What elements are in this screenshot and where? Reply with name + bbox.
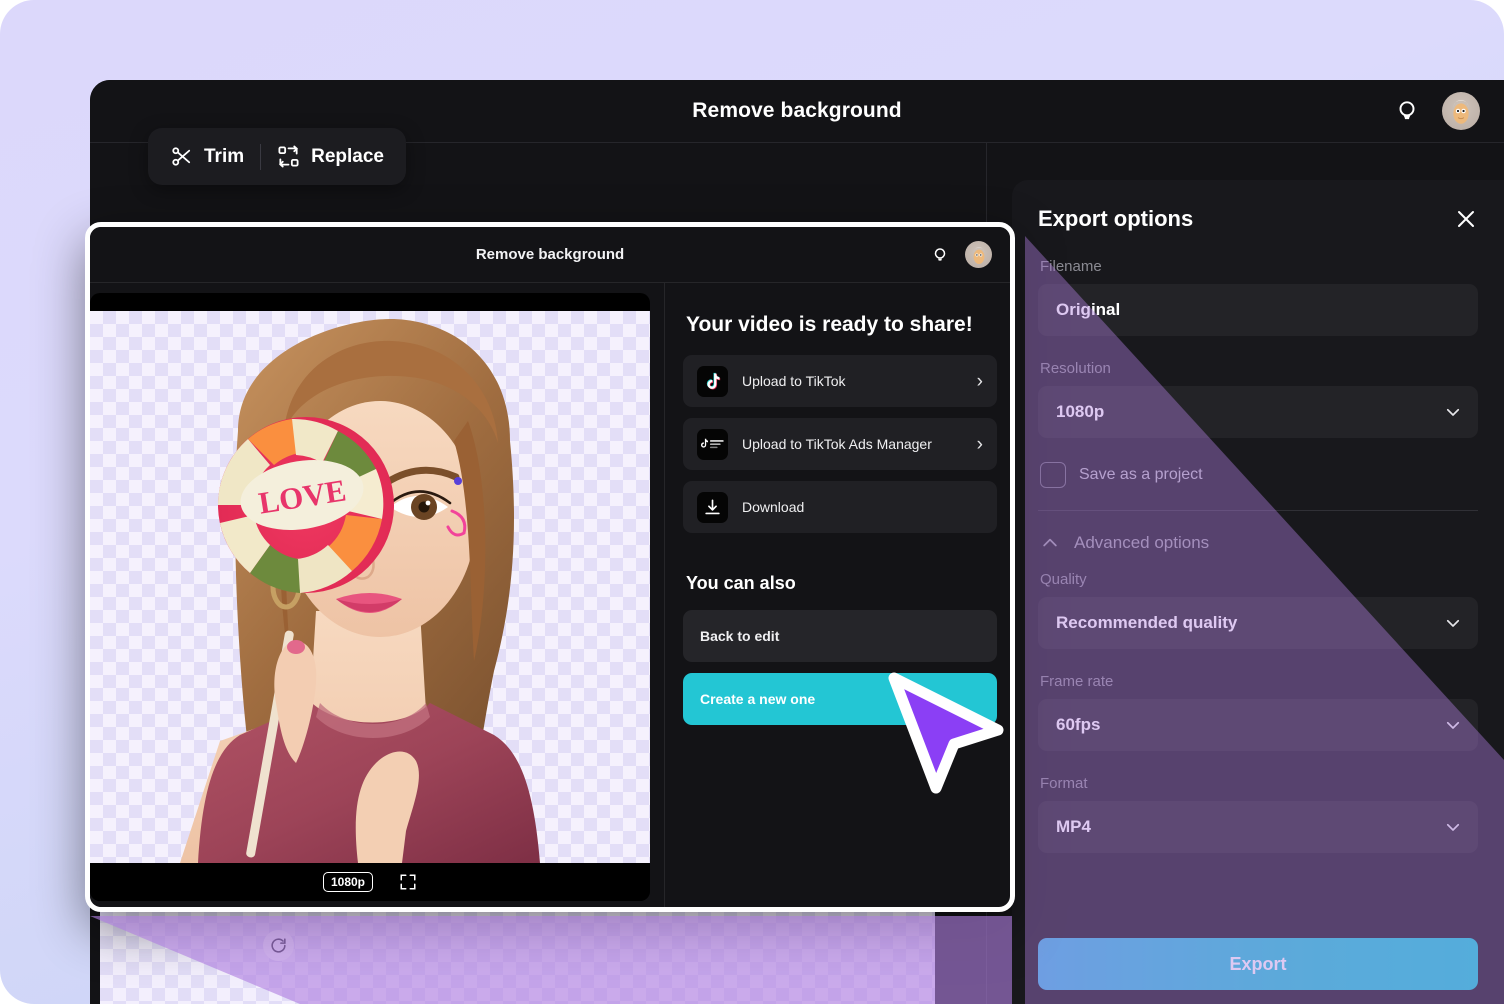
scissors-icon <box>170 145 193 168</box>
create-new-button[interactable]: Create a new one <box>683 673 997 725</box>
chevron-down-icon <box>1444 818 1462 836</box>
save-as-project-label: Save as a project <box>1079 466 1203 483</box>
frame-rate-select[interactable]: 60fps <box>1038 699 1478 751</box>
resolution-label: Resolution <box>1040 360 1111 377</box>
export-panel-title: Export options <box>1038 206 1194 231</box>
export-options-panel: Export options Filename Original Resolut… <box>1012 180 1504 1004</box>
replace-button[interactable]: Replace <box>277 145 384 168</box>
also-heading: You can also <box>686 573 796 593</box>
share-heading: Your video is ready to share! <box>686 313 973 336</box>
lightbulb-icon[interactable] <box>931 246 949 264</box>
resolution-badge[interactable]: 1080p <box>322 871 374 893</box>
share-option-label: Upload to TikTok <box>742 373 846 389</box>
frame-rate-label: Frame rate <box>1040 673 1114 690</box>
lightbulb-icon[interactable] <box>1394 98 1420 124</box>
screenshot-root: Remove background Trim Replace Remove ba… <box>0 0 1504 1004</box>
share-modal: Remove background LOVE 1080p Your video … <box>85 222 1015 912</box>
clip-toolbar: Trim Replace <box>148 128 406 185</box>
tiktok-icon <box>697 365 728 397</box>
chevron-right-icon: › <box>976 370 983 392</box>
share-option-label: Download <box>742 499 805 515</box>
frame-rate-value: 60fps <box>1056 715 1101 734</box>
chevron-up-icon <box>1040 533 1060 553</box>
checkbox-box <box>1040 462 1066 488</box>
quality-label: Quality <box>1040 571 1087 588</box>
divider <box>1038 510 1478 511</box>
filename-label: Filename <box>1040 258 1102 275</box>
video-player[interactable]: LOVE 1080p <box>90 293 650 901</box>
share-option-tiktok-ads[interactable]: Upload to TikTok Ads Manager › <box>683 418 997 470</box>
share-option-tiktok[interactable]: Upload to TikTok › <box>683 355 997 407</box>
filename-value: Original <box>1056 300 1121 319</box>
chevron-down-icon <box>1444 614 1462 632</box>
export-button[interactable]: Export <box>1038 938 1478 990</box>
toolbar-separator <box>260 143 262 170</box>
advanced-options-label: Advanced options <box>1074 533 1210 552</box>
player-controls: 1080p <box>90 863 650 901</box>
chevron-down-icon <box>1444 403 1462 421</box>
modal-topbar: Remove background <box>90 227 1010 282</box>
back-to-edit-button[interactable]: Back to edit <box>683 610 997 662</box>
save-as-project-checkbox[interactable]: Save as a project <box>1040 462 1478 488</box>
chevron-down-icon <box>1444 716 1462 734</box>
editor-topbar-actions <box>1394 80 1480 142</box>
fullscreen-icon[interactable] <box>399 873 417 891</box>
format-label: Format <box>1040 775 1088 792</box>
close-icon[interactable] <box>1454 207 1478 231</box>
video-frame: LOVE <box>90 311 650 863</box>
quality-value: Recommended quality <box>1056 613 1238 632</box>
trim-button[interactable]: Trim <box>170 145 244 168</box>
share-option-download[interactable]: Download <box>683 481 997 533</box>
filename-input[interactable]: Original <box>1038 284 1478 336</box>
quality-select[interactable]: Recommended quality <box>1038 597 1478 649</box>
format-value: MP4 <box>1056 817 1091 836</box>
chevron-right-icon: › <box>976 433 983 455</box>
avatar[interactable] <box>1442 92 1480 130</box>
advanced-options-toggle[interactable]: Advanced options <box>1040 533 1478 553</box>
replace-icon <box>277 145 300 168</box>
replay-button[interactable] <box>263 930 294 961</box>
trim-label: Trim <box>204 145 245 167</box>
modal-topbar-actions <box>931 227 992 282</box>
replace-label: Replace <box>311 145 384 167</box>
modal-player-pane: LOVE 1080p <box>90 283 664 907</box>
share-pane: Your video is ready to share! Upload to … <box>665 283 1010 907</box>
resolution-select[interactable]: 1080p <box>1038 386 1478 438</box>
export-panel-header: Export options <box>1038 206 1478 232</box>
format-select[interactable]: MP4 <box>1038 801 1478 853</box>
download-icon <box>697 491 728 523</box>
avatar[interactable] <box>965 241 992 268</box>
modal-title: Remove background <box>475 246 625 263</box>
subject-image: LOVE <box>180 319 540 863</box>
resolution-value: 1080p <box>1056 402 1105 421</box>
share-option-label: Upload to TikTok Ads Manager <box>742 436 932 452</box>
tiktok-ads-icon <box>697 428 728 460</box>
